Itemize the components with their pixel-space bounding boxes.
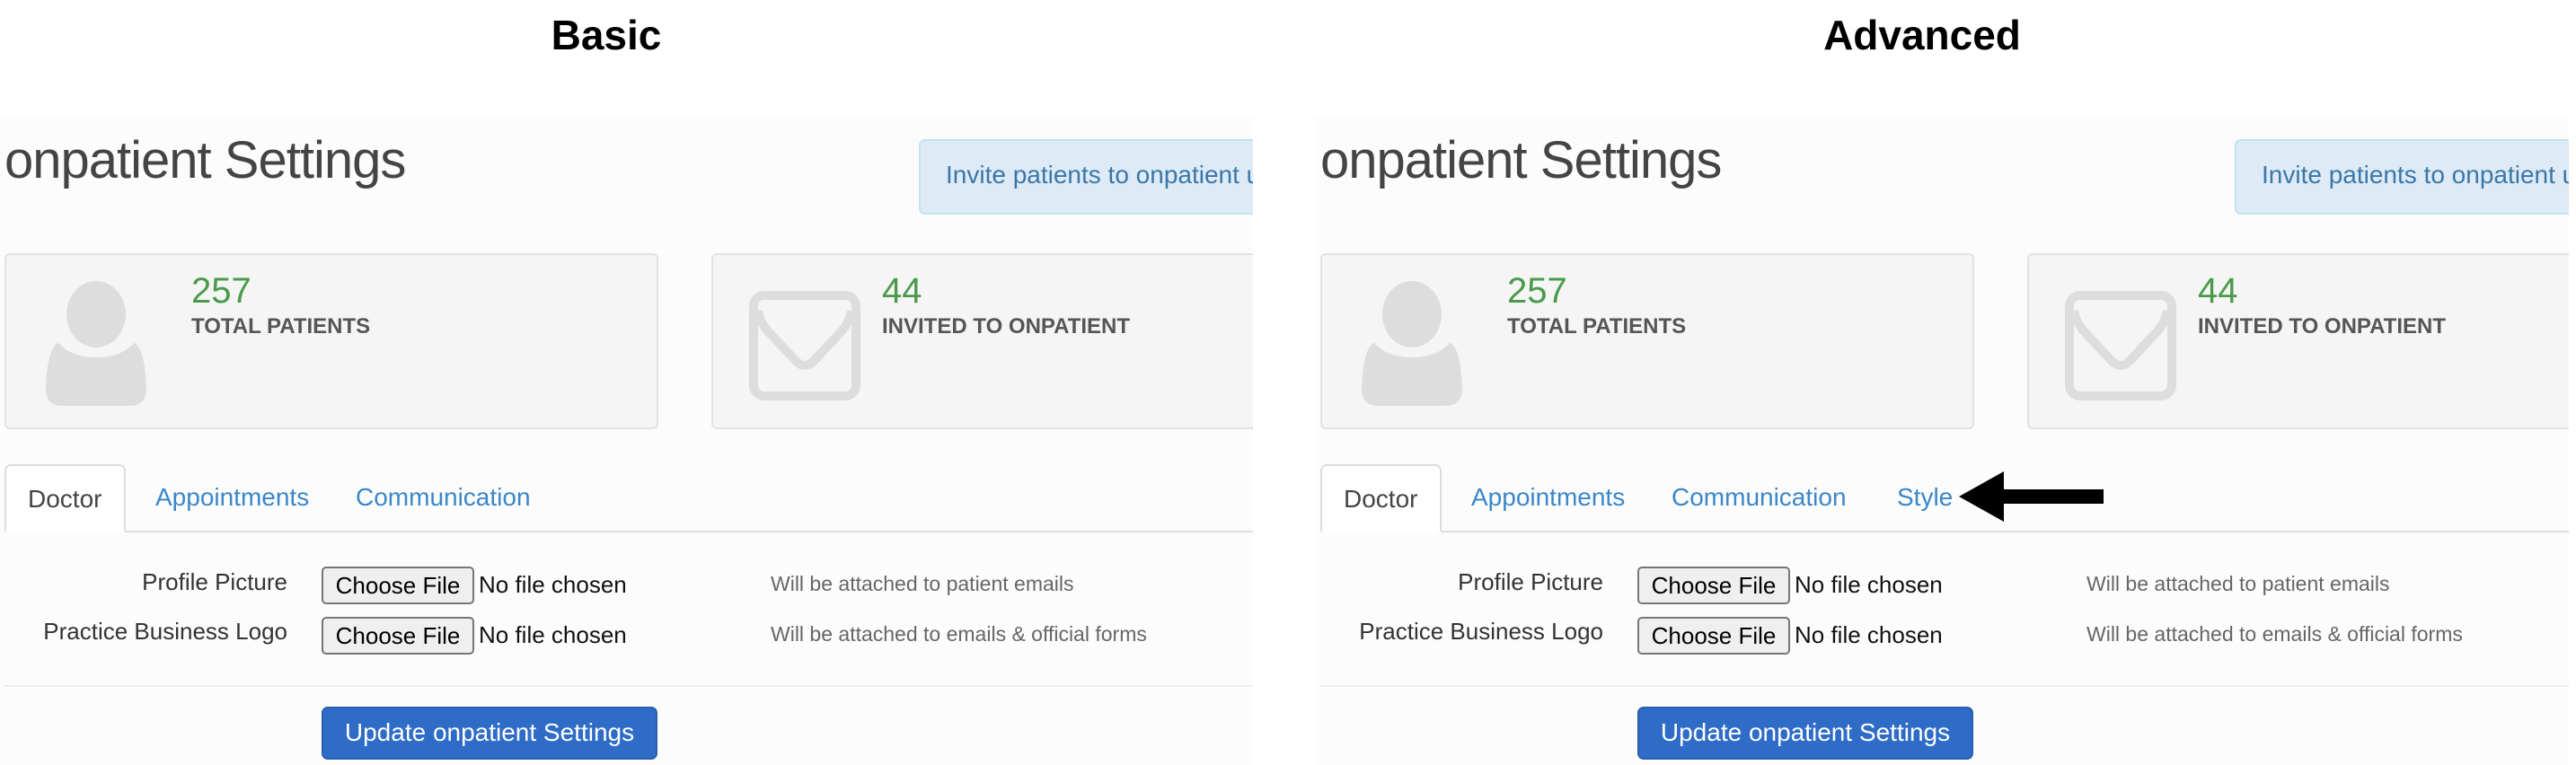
total-patients-label: TOTAL PATIENTS: [191, 314, 371, 339]
tab-appointments[interactable]: Appointments: [134, 464, 331, 531]
invited-count: 44: [2198, 271, 2238, 311]
invited-count: 44: [882, 271, 922, 311]
business-logo-choose-file-button[interactable]: Choose File: [1637, 617, 1790, 655]
business-logo-file-status: No file chosen: [1795, 621, 1943, 648]
business-logo-file-status: No file chosen: [479, 621, 627, 648]
total-patients-count: 257: [1507, 271, 1567, 311]
invite-alert-text: Invite patients to onpatient u: [2262, 161, 2569, 189]
tab-doctor[interactable]: Doctor: [4, 464, 126, 532]
invite-patients-alert[interactable]: Invite patients to onpatient u: [2235, 139, 2569, 215]
caption-advanced: Advanced: [1823, 12, 2021, 58]
invited-label: INVITED TO ONPATIENT: [882, 314, 1131, 339]
stat-card-total-patients: 257 TOTAL PATIENTS: [4, 253, 658, 429]
arrow-annotation-icon: [1959, 471, 2104, 522]
page-title: onpatient Settings: [1320, 131, 1722, 189]
tab-doctor[interactable]: Doctor: [1320, 464, 1442, 532]
form-divider: [4, 685, 1253, 687]
stat-card-invited: 44 INVITED TO ONPATIENT: [2027, 253, 2569, 429]
user-silhouette-icon: [1362, 281, 1462, 406]
invited-label: INVITED TO ONPATIENT: [2198, 314, 2447, 339]
update-settings-button[interactable]: Update onpatient Settings: [1637, 707, 1973, 760]
invite-patients-alert[interactable]: Invite patients to onpatient u: [919, 139, 1253, 215]
business-logo-label: Practice Business Logo: [1359, 618, 1603, 645]
profile-picture-file-status: No file chosen: [479, 571, 627, 598]
stat-card-invited: 44 INVITED TO ONPATIENT: [711, 253, 1253, 429]
profile-picture-choose-file-button[interactable]: Choose File: [322, 567, 474, 604]
tab-communication[interactable]: Communication: [1650, 464, 1868, 531]
profile-picture-help: Will be attached to patient emails: [2086, 572, 2390, 595]
stat-card-total-patients: 257 TOTAL PATIENTS: [1320, 253, 1974, 429]
business-logo-label: Practice Business Logo: [43, 618, 287, 645]
profile-picture-label: Profile Picture: [142, 568, 287, 595]
tab-communication[interactable]: Communication: [334, 464, 552, 531]
total-patients-count: 257: [191, 271, 251, 311]
envelope-icon: [2065, 291, 2176, 400]
profile-picture-file-status: No file chosen: [1795, 571, 1943, 598]
caption-basic: Basic: [551, 12, 662, 58]
business-logo-help: Will be attached to emails & official fo…: [771, 622, 1147, 646]
form-divider: [1320, 685, 2569, 687]
settings-tabs: Doctor Appointments Communication: [4, 464, 1253, 532]
tab-appointments[interactable]: Appointments: [1450, 464, 1646, 531]
profile-picture-label: Profile Picture: [1458, 568, 1603, 595]
envelope-icon: [749, 291, 860, 400]
page-title: onpatient Settings: [4, 131, 406, 189]
total-patients-label: TOTAL PATIENTS: [1507, 314, 1687, 339]
profile-picture-help: Will be attached to patient emails: [771, 572, 1074, 595]
invite-alert-text: Invite patients to onpatient u: [946, 161, 1253, 189]
update-settings-button[interactable]: Update onpatient Settings: [322, 707, 657, 760]
settings-tabs: Doctor Appointments Communication Style: [1320, 464, 2569, 532]
profile-picture-choose-file-button[interactable]: Choose File: [1637, 567, 1790, 604]
business-logo-help: Will be attached to emails & official fo…: [2086, 622, 2463, 646]
user-silhouette-icon: [46, 281, 146, 406]
business-logo-choose-file-button[interactable]: Choose File: [322, 617, 474, 655]
advanced-settings-panel: onpatient Settings Invite patients to on…: [1316, 117, 2569, 765]
basic-settings-panel: onpatient Settings Invite patients to on…: [0, 117, 1253, 765]
